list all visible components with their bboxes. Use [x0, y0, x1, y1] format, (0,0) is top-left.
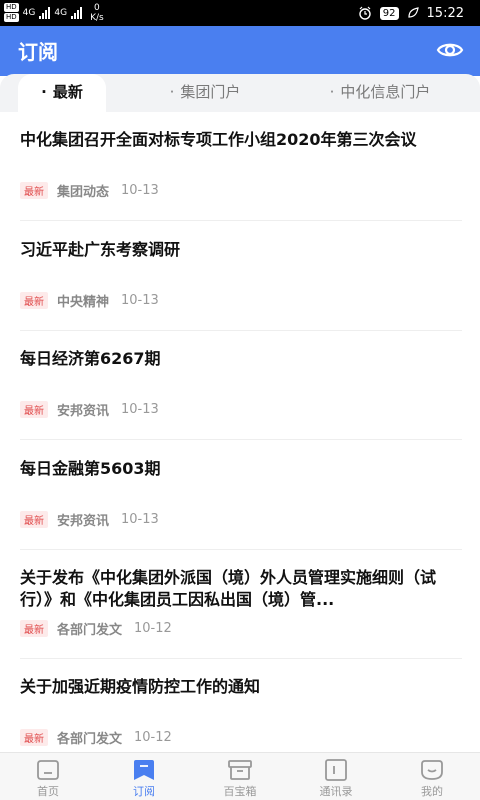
network-type-2: 4G: [54, 8, 68, 18]
speed-unit: K/s: [90, 13, 104, 23]
status-right: 92 15:22: [358, 0, 464, 26]
article-meta: 最新 中央精神 10-13: [20, 291, 159, 310]
article-meta: 最新 安邦资讯 10-13: [20, 400, 159, 419]
new-badge: 最新: [20, 292, 48, 309]
article-source: 集团动态: [57, 185, 110, 200]
nav-profile[interactable]: 我的: [384, 753, 480, 800]
battery-indicator: 92: [379, 6, 399, 20]
article-date: 10-13: [121, 512, 159, 527]
article-item[interactable]: 关于加强近期疫情防控工作的通知 最新 各部门发文 10-12: [20, 676, 462, 752]
article-date: 10-13: [121, 402, 159, 417]
article-meta: 最新 各部门发文 10-12: [20, 619, 172, 638]
tab-info-portal-label: 中化信息门户: [340, 83, 431, 101]
tab-dot: ·: [41, 83, 47, 101]
tab-dot: ·: [329, 83, 335, 101]
article-item[interactable]: 习近平赴广东考察调研 最新 中央精神 10-13: [20, 239, 462, 331]
nav-home[interactable]: 首页: [0, 753, 96, 800]
network-speed: 0 K/s: [90, 3, 104, 23]
clock-time: 15:22: [426, 5, 464, 21]
article-date: 10-12: [134, 621, 172, 636]
new-badge: 最新: [20, 401, 48, 418]
article-title: 每日金融第5603期: [20, 459, 161, 478]
nav-contacts[interactable]: 通讯录: [288, 753, 384, 800]
status-left: HD HD 4G 4G 0 K/s: [4, 2, 104, 24]
contacts-icon: [325, 759, 347, 781]
nav-subscribe-label: 订阅: [133, 785, 155, 798]
tab-info-portal[interactable]: · 中化信息门户: [310, 74, 450, 112]
article-meta: 最新 集团动态 10-13: [20, 181, 159, 200]
signal-icon: [39, 7, 51, 19]
article-title: 习近平赴广东考察调研: [20, 240, 181, 259]
article-source: 各部门发文: [57, 623, 123, 638]
tab-dot: ·: [169, 83, 175, 101]
toolbox-icon: [228, 760, 252, 780]
tab-group-portal-label: 集团门户: [180, 83, 241, 101]
profile-icon: [421, 760, 443, 780]
nav-profile-label: 我的: [421, 785, 443, 798]
article-title: 关于加强近期疫情防控工作的通知: [20, 677, 261, 696]
new-badge: 最新: [20, 620, 48, 637]
article-date: 10-13: [121, 183, 159, 198]
article-item[interactable]: 每日经济第6267期 最新 安邦资讯 10-13: [20, 348, 462, 440]
tab-bar: · 最新 · 集团门户 · 中化信息门户: [0, 74, 480, 112]
article-title: 中化集团召开全面对标专项工作小组2020年第三次会议: [20, 130, 417, 149]
article-source: 各部门发文: [57, 732, 123, 747]
app-header: 订阅: [0, 26, 480, 76]
article-title: 每日经济第6267期: [20, 349, 161, 368]
nav-contacts-label: 通讯录: [319, 785, 353, 798]
article-date: 10-13: [121, 293, 159, 308]
new-badge: 最新: [20, 511, 48, 528]
alarm-icon: [359, 6, 371, 20]
new-badge: 最新: [20, 729, 48, 746]
nav-toolbox-label: 百宝箱: [223, 785, 257, 798]
nav-home-label: 首页: [37, 785, 59, 798]
signal-icon-2: [71, 7, 83, 19]
hd-badge-2: HD: [4, 13, 19, 22]
article-source: 安邦资讯: [57, 404, 110, 419]
article-item[interactable]: 关于发布《中化集团外派国（境）外人员管理实施细则（试行）》和《中化集团员工因私出…: [20, 567, 462, 659]
article-date: 10-12: [134, 730, 172, 745]
article-source: 中央精神: [57, 295, 110, 310]
nav-toolbox[interactable]: 百宝箱: [192, 753, 288, 800]
page-title: 订阅: [18, 40, 58, 64]
article-item[interactable]: 每日金融第5603期 最新 安邦资讯 10-13: [20, 458, 462, 550]
leaf-icon: [407, 7, 419, 18]
bookmark-icon: [134, 760, 154, 780]
home-icon: [37, 760, 59, 780]
bottom-nav: 首页 订阅 百宝箱 通讯录 我的: [0, 752, 480, 800]
article-list: 中化集团召开全面对标专项工作小组2020年第三次会议 最新 集团动态 10-13…: [0, 112, 480, 752]
status-bar: HD HD 4G 4G 0 K/s 92 15:22: [0, 0, 480, 26]
new-badge: 最新: [20, 182, 48, 199]
article-item[interactable]: 中化集团召开全面对标专项工作小组2020年第三次会议 最新 集团动态 10-13: [20, 129, 462, 221]
nav-subscribe[interactable]: 订阅: [96, 753, 192, 800]
tab-group-portal[interactable]: · 集团门户: [150, 74, 260, 112]
article-meta: 最新 安邦资讯 10-13: [20, 510, 159, 529]
tab-latest[interactable]: · 最新: [18, 74, 106, 112]
tab-latest-label: 最新: [52, 83, 83, 101]
article-meta: 最新 各部门发文 10-12: [20, 728, 172, 747]
hd-badge-1: HD: [4, 3, 19, 12]
speed-value: 0: [94, 3, 100, 13]
article-title: 关于发布《中化集团外派国（境）外人员管理实施细则（试行）》和《中化集团员工因私出…: [20, 568, 437, 609]
eye-icon[interactable]: [436, 36, 464, 64]
network-type-1: 4G: [22, 8, 36, 18]
article-source: 安邦资讯: [57, 514, 110, 529]
